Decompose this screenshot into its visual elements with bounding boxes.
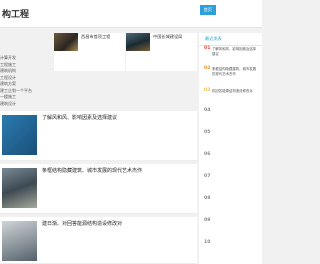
- recent-item[interactable]: 03 机回答能源结构造设修改对: [204, 88, 260, 94]
- rank-number: 03: [204, 88, 211, 93]
- article-title[interactable]: 了解风和风、影响因素及选择建议: [42, 114, 117, 121]
- article-item[interactable]: 了解风和风、影响因素及选择建议: [0, 111, 197, 161]
- recent-item[interactable]: 02 条框结构隐藏建筑、城市发展的现代艺术杰作: [204, 66, 260, 76]
- main-nav: 首页: [199, 5, 260, 15]
- featured-card[interactable]: 西昌市首项工程: [54, 33, 125, 71]
- rank-number: 07: [204, 174, 211, 179]
- rank-number: 01: [204, 46, 211, 51]
- rank-number: 04: [204, 108, 211, 113]
- featured-image: [54, 33, 78, 51]
- rank-number: 09: [204, 218, 211, 223]
- sidebar-recent: 最近发表 01 了解风和风，影响因素及选择建议 02 条框结构隐藏建筑、城市发展的现…: [199, 33, 262, 264]
- nav-item[interactable]: [236, 5, 238, 15]
- article-title[interactable]: 建日渐、对回答能源结构造设修改对: [42, 220, 122, 227]
- featured-title[interactable]: 西昌市首项工程: [81, 34, 110, 40]
- nav-home[interactable]: 首页: [199, 5, 216, 15]
- article-thumbnail: [2, 168, 37, 208]
- recent-item[interactable]: 06: [204, 152, 260, 158]
- article-title[interactable]: 条框结构隐藏建筑、城市发展的现代艺术杰作: [42, 167, 142, 174]
- nav-item[interactable]: [258, 5, 260, 15]
- rank-number: 02: [204, 66, 211, 71]
- recent-title[interactable]: 条框结构隐藏建筑、城市发展的现代艺术杰作: [212, 67, 258, 76]
- site-title[interactable]: 构工程: [2, 7, 29, 20]
- recent-title[interactable]: 了解风和风，影响因素及选择建议: [212, 47, 258, 56]
- nav-item[interactable]: [225, 5, 227, 15]
- featured-title[interactable]: 中国长城建设局: [153, 34, 182, 40]
- recent-item[interactable]: 05: [204, 130, 260, 136]
- rank-number: 05: [204, 130, 211, 135]
- article-thumbnail: [2, 221, 37, 261]
- rank-number: 10: [204, 240, 211, 245]
- featured-card[interactable]: 中国长城建设局: [126, 33, 197, 71]
- featured-image: [126, 33, 150, 51]
- rank-number: 06: [204, 152, 211, 157]
- recent-item[interactable]: 07: [204, 174, 260, 180]
- article-item[interactable]: 条框结构隐藏建筑、城市发展的现代艺术杰作: [0, 164, 197, 214]
- recent-title[interactable]: 机回答能源结构造设修改对: [212, 89, 258, 94]
- rank-number: 08: [204, 196, 211, 201]
- recent-item[interactable]: 01 了解风和风，影响因素及选择建议: [204, 46, 260, 56]
- recent-item[interactable]: 09: [204, 218, 260, 224]
- category-item[interactable]: 建筑设计: [0, 101, 54, 108]
- recent-item[interactable]: 10: [204, 240, 260, 246]
- article-item[interactable]: 建日渐、对回答能源结构造设修改对: [0, 217, 197, 264]
- article-thumbnail: [2, 115, 37, 155]
- nav-item[interactable]: [247, 5, 249, 15]
- category-list: 计算开发 工程施工 建筑机构 工程设计 建筑方案 建工企划一个平台 一楼施工 建…: [0, 55, 54, 107]
- recent-item[interactable]: 08: [204, 196, 260, 202]
- top-bar: 构工程 首页: [0, 0, 262, 28]
- recent-item[interactable]: 04: [204, 108, 260, 114]
- sidebar-heading: 最近发表: [199, 33, 262, 46]
